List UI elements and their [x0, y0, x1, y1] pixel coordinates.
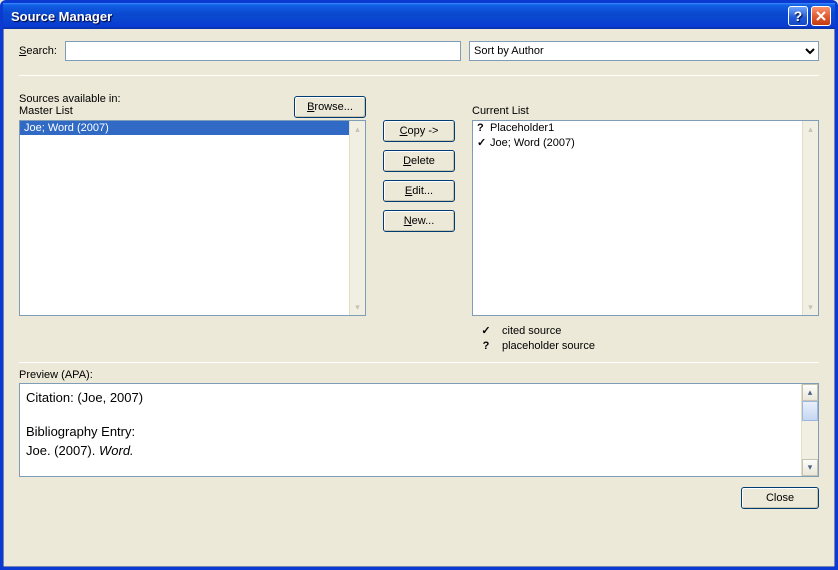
bibliography-entry: Joe. (2007). Word.	[26, 441, 796, 461]
preview-box: Citation: (Joe, 2007) Bibliography Entry…	[19, 383, 819, 477]
scroll-up-icon: ▴	[803, 121, 818, 137]
bibliography-label: Bibliography Entry:	[26, 422, 796, 442]
delete-button[interactable]: Delete	[383, 150, 455, 172]
close-window-button[interactable]	[811, 6, 831, 26]
help-button[interactable]: ?	[788, 6, 808, 26]
citation-value: (Joe, 2007)	[77, 390, 143, 405]
list-item[interactable]: ✓ Joe; Word (2007)	[473, 135, 818, 150]
sort-select[interactable]: Sort by Author	[469, 41, 819, 61]
scroll-up-icon: ▴	[350, 121, 365, 137]
question-icon: ?	[480, 340, 492, 352]
citation-label: Citation:	[26, 390, 77, 405]
scrollbar[interactable]: ▴ ▾	[349, 121, 365, 315]
legend: ✓ cited source ? placeholder source	[472, 324, 819, 352]
master-listbox[interactable]: Joe; Word (2007) ▴ ▾	[19, 120, 366, 316]
browse-button[interactable]: Browse...	[294, 96, 366, 118]
scroll-down-icon: ▾	[802, 459, 818, 476]
current-list-label: Current List	[472, 105, 529, 117]
legend-placeholder: placeholder source	[502, 340, 595, 352]
close-icon	[816, 11, 826, 21]
search-label: Search:	[19, 45, 57, 57]
question-icon: ?	[477, 122, 487, 134]
close-button[interactable]: Close	[741, 487, 819, 509]
legend-cited: cited source	[502, 325, 561, 337]
scroll-down-icon: ▾	[350, 299, 365, 315]
action-buttons: Copy -> Delete Edit... New...	[380, 88, 458, 352]
check-icon: ✓	[480, 324, 492, 337]
preview-label: Preview (APA):	[19, 369, 819, 381]
scroll-thumb[interactable]	[802, 401, 818, 421]
master-list-label: Master List	[19, 105, 121, 117]
title-bar: Source Manager ?	[3, 3, 835, 29]
window-title: Source Manager	[11, 9, 788, 24]
scroll-down-icon: ▾	[803, 299, 818, 315]
divider	[19, 362, 819, 363]
new-button[interactable]: New...	[383, 210, 455, 232]
copy-button[interactable]: Copy ->	[383, 120, 455, 142]
sources-available-label: Sources available in:	[19, 93, 121, 105]
edit-button[interactable]: Edit...	[383, 180, 455, 202]
divider	[19, 75, 819, 76]
current-listbox[interactable]: ? Placeholder1 ✓ Joe; Word (2007) ▴ ▾	[472, 120, 819, 316]
source-manager-dialog: Source Manager ? Search: Sort by Author …	[0, 0, 838, 570]
list-item[interactable]: Joe; Word (2007)	[20, 121, 365, 135]
check-icon: ✓	[477, 136, 487, 149]
search-row: Search: Sort by Author	[19, 41, 819, 61]
scroll-up-icon: ▴	[802, 384, 818, 401]
scrollbar[interactable]: ▴ ▾	[802, 121, 818, 315]
search-input[interactable]	[65, 41, 461, 61]
list-item[interactable]: ? Placeholder1	[473, 121, 818, 135]
scrollbar[interactable]: ▴ ▾	[801, 384, 818, 476]
